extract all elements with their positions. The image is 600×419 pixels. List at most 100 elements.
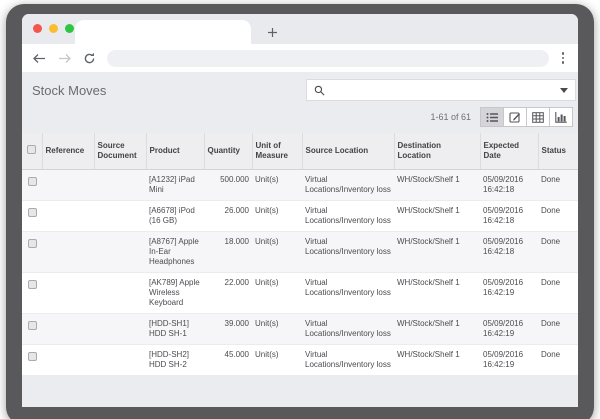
minimize-window-icon[interactable]: [49, 24, 58, 33]
new-tab-button[interactable]: [262, 22, 282, 42]
cell-dstloc: WH/Stock/Shelf 1: [394, 273, 480, 314]
cell-reference: [42, 170, 94, 201]
row-select-cell: [22, 273, 42, 314]
column-header-date[interactable]: Expected Date: [480, 133, 538, 170]
table-header-row: ReferenceSource DocumentProductQuantityU…: [22, 133, 578, 170]
reload-button[interactable]: [82, 51, 96, 65]
address-bar[interactable]: [107, 50, 549, 67]
column-header-status[interactable]: Status: [538, 133, 578, 170]
select-all-checkbox[interactable]: [27, 145, 36, 154]
cell-uom: Unit(s): [252, 273, 302, 314]
cell-reference: [42, 314, 94, 345]
cell-date: 05/09/2016 16:42:18: [480, 201, 538, 232]
row-select-cell: [22, 170, 42, 201]
pager-row: 1-61 of 61: [22, 107, 578, 133]
column-header-srcdoc[interactable]: Source Document: [94, 133, 146, 170]
row-checkbox[interactable]: [28, 352, 37, 361]
row-checkbox[interactable]: [28, 239, 37, 248]
column-header-reference[interactable]: Reference: [42, 133, 94, 170]
list-view-icon: [486, 112, 499, 123]
cell-status: Done: [538, 314, 578, 345]
cell-srcdoc: [94, 345, 146, 376]
cell-status: Done: [538, 201, 578, 232]
close-window-icon[interactable]: [33, 24, 42, 33]
cell-srcloc: Virtual Locations/Inventory loss: [302, 273, 394, 314]
cell-dstloc: WH/Stock/Shelf 1: [394, 232, 480, 273]
row-select-cell: [22, 345, 42, 376]
column-header-srcloc[interactable]: Source Location: [302, 133, 394, 170]
cell-srcloc: Virtual Locations/Inventory loss: [302, 314, 394, 345]
table-row[interactable]: [A6678] iPod (16 GB)26.000Unit(s)Virtual…: [22, 201, 578, 232]
record-range: 1-61 of 61: [430, 112, 471, 122]
edit-pencil-icon: [509, 111, 521, 123]
cell-product: [A6678] iPod (16 GB): [146, 201, 204, 232]
back-arrow-icon: [33, 53, 46, 64]
row-checkbox[interactable]: [28, 177, 37, 186]
browser-tab[interactable]: [75, 20, 251, 44]
browser-window: Stock Moves 1-61 of 61: [22, 14, 578, 407]
search-input[interactable]: [331, 85, 554, 95]
cell-reference: [42, 345, 94, 376]
stock-moves-table: ReferenceSource DocumentProductQuantityU…: [22, 133, 578, 376]
browser-menu-button[interactable]: [560, 50, 567, 66]
search-icon: [314, 85, 325, 96]
table-row[interactable]: [A1232] iPad Mini500.000Unit(s)Virtual L…: [22, 170, 578, 201]
column-header-product[interactable]: Product: [146, 133, 204, 170]
view-switcher: [481, 107, 573, 127]
row-checkbox[interactable]: [28, 208, 37, 217]
search-box[interactable]: [306, 79, 576, 101]
cell-qty: 39.000: [204, 314, 252, 345]
table-row[interactable]: [A8767] Apple In-Ear Headphones18.000Uni…: [22, 232, 578, 273]
cell-dstloc: WH/Stock/Shelf 1: [394, 345, 480, 376]
row-select-cell: [22, 232, 42, 273]
cell-srcdoc: [94, 170, 146, 201]
row-checkbox[interactable]: [28, 321, 37, 330]
graph-view-button[interactable]: [549, 107, 573, 127]
cell-qty: 22.000: [204, 273, 252, 314]
cell-srcdoc: [94, 273, 146, 314]
cell-product: [AK789] Apple Wireless Keyboard: [146, 273, 204, 314]
page-title: Stock Moves: [32, 83, 106, 98]
cell-date: 05/09/2016 16:42:19: [480, 314, 538, 345]
forward-button[interactable]: [57, 51, 71, 65]
select-all-header: [22, 133, 42, 170]
window-controls: [33, 24, 74, 33]
form-view-button[interactable]: [503, 107, 527, 127]
cell-srcloc: Virtual Locations/Inventory loss: [302, 201, 394, 232]
cell-dstloc: WH/Stock/Shelf 1: [394, 170, 480, 201]
filters-dropdown-icon[interactable]: [560, 88, 568, 93]
row-select-cell: [22, 314, 42, 345]
cell-product: [A1232] iPad Mini: [146, 170, 204, 201]
row-checkbox[interactable]: [28, 280, 37, 289]
dot-icon: [562, 52, 565, 55]
table-row[interactable]: [HDD-SH1] HDD SH-139.000Unit(s)Virtual L…: [22, 314, 578, 345]
cell-status: Done: [538, 232, 578, 273]
dot-icon: [562, 57, 565, 60]
cell-srcdoc: [94, 201, 146, 232]
dot-icon: [562, 61, 565, 64]
cell-date: 05/09/2016 16:42:19: [480, 345, 538, 376]
cell-srcloc: Virtual Locations/Inventory loss: [302, 232, 394, 273]
column-header-qty[interactable]: Quantity: [204, 133, 252, 170]
table-row[interactable]: [AK789] Apple Wireless Keyboard22.000Uni…: [22, 273, 578, 314]
cell-uom: Unit(s): [252, 232, 302, 273]
cell-product: [A8767] Apple In-Ear Headphones: [146, 232, 204, 273]
table-row[interactable]: [HDD-SH2] HDD SH-245.000Unit(s)Virtual L…: [22, 345, 578, 376]
cell-qty: 500.000: [204, 170, 252, 201]
column-header-dstloc[interactable]: Destination Location: [394, 133, 480, 170]
list-view-button[interactable]: [480, 107, 504, 127]
cell-product: [HDD-SH2] HDD SH-2: [146, 345, 204, 376]
pivot-view-button[interactable]: [526, 107, 550, 127]
column-header-uom[interactable]: Unit of Measure: [252, 133, 302, 170]
cell-status: Done: [538, 345, 578, 376]
cell-srcdoc: [94, 314, 146, 345]
cell-srcloc: Virtual Locations/Inventory loss: [302, 345, 394, 376]
bar-chart-icon: [555, 112, 567, 123]
tab-bar: [22, 14, 578, 44]
forward-arrow-icon: [58, 53, 71, 64]
back-button[interactable]: [32, 51, 46, 65]
cell-status: Done: [538, 170, 578, 201]
plus-icon: [267, 27, 278, 38]
maximize-window-icon[interactable]: [65, 24, 74, 33]
cell-dstloc: WH/Stock/Shelf 1: [394, 314, 480, 345]
